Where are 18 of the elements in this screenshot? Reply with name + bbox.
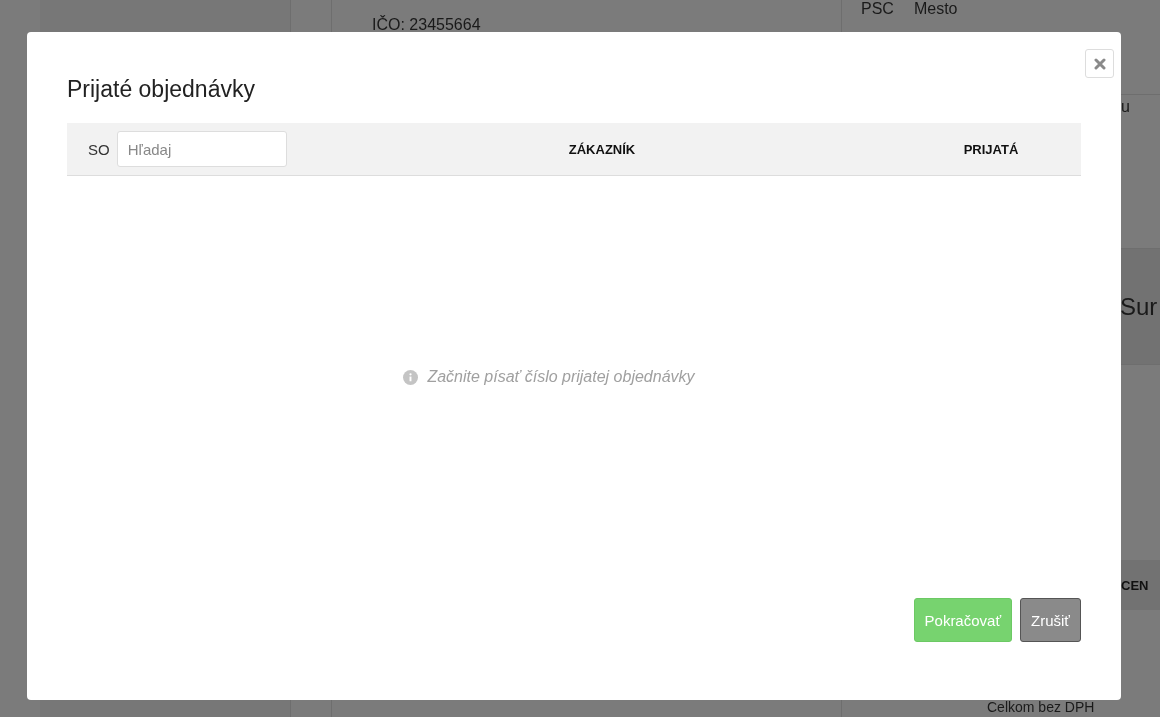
column-header: PSC: [861, 0, 894, 19]
column-header: ZÁKAZNÍK: [567, 141, 637, 157]
continue-button[interactable]: Pokračovať: [913, 598, 1013, 642]
total-label: Celkom bez DPH: [987, 700, 1096, 715]
column-header: SO: [88, 140, 110, 158]
column-header: CEN: [1121, 577, 1149, 593]
field-label: u: [1121, 98, 1130, 115]
info-icon: [403, 369, 419, 385]
column-header: Mesto: [913, 0, 958, 19]
section-heading: Sur: [1120, 292, 1158, 321]
cancel-button[interactable]: Zrušiť: [1020, 598, 1081, 642]
search-field[interactable]: Hľadaj: [116, 131, 287, 167]
close-icon: [1093, 57, 1106, 70]
empty-message: Začnite písať číslo prijatej objednávky: [427, 368, 695, 386]
dialog-title: Prijaté objednávky: [67, 75, 256, 104]
column-header: PRIJATÁ: [962, 141, 1020, 157]
close-button[interactable]: [1085, 49, 1114, 78]
company-id: IČO: 23455664: [372, 16, 482, 34]
